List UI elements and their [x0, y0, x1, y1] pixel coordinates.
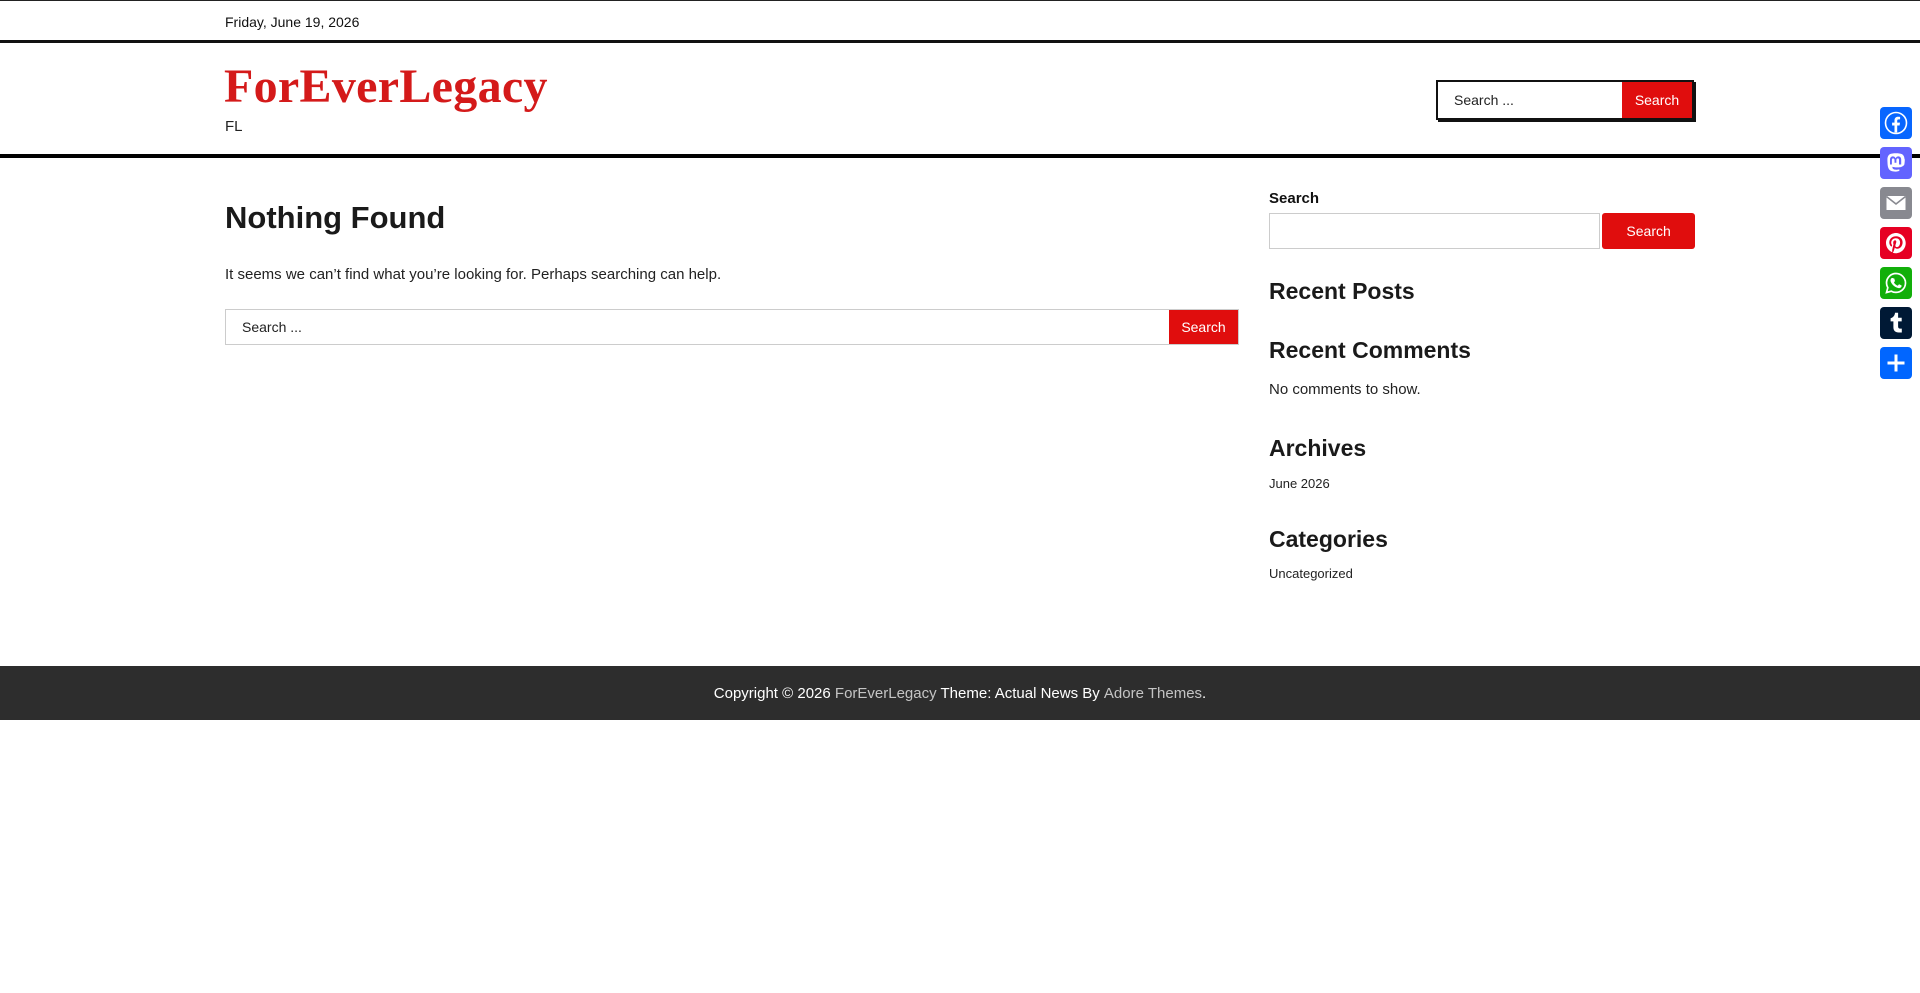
header-search-form: Search [1436, 80, 1694, 120]
share-facebook-button[interactable] [1880, 107, 1912, 139]
share-tumblr-button[interactable] [1880, 307, 1912, 339]
share-whatsapp-button[interactable] [1880, 267, 1912, 299]
email-icon [1886, 195, 1906, 210]
whatsapp-icon [1885, 272, 1907, 294]
footer-theme-author-link[interactable]: Adore Themes [1104, 685, 1202, 702]
share-more-button[interactable] [1880, 347, 1912, 379]
site-header: ForEverLegacy FL Search [0, 43, 1920, 158]
categories-heading: Categories [1269, 526, 1388, 552]
footer-site-link[interactable]: ForEverLegacy [835, 685, 937, 702]
footer-theme-text: Theme: Actual News By [936, 684, 1104, 702]
recent-posts-heading: Recent Posts [1269, 278, 1415, 304]
footer-end: . [1202, 684, 1207, 702]
share-email-button[interactable] [1880, 187, 1912, 219]
site-tagline: FL [225, 118, 243, 135]
sidebar-search-widget: Search Search [1269, 190, 1695, 249]
sidebar-search-input[interactable] [1269, 213, 1601, 249]
main-search-form: Search [225, 309, 1239, 345]
tumblr-icon [1890, 312, 1902, 333]
header-search-input[interactable] [1438, 82, 1622, 118]
sidebar-search-label: Search [1269, 190, 1320, 207]
top-bar: Friday, June 19, 2026 [0, 0, 1920, 43]
main-search-input[interactable] [226, 310, 1169, 344]
share-plus-icon [1887, 354, 1905, 372]
share-pinterest-button[interactable] [1880, 227, 1912, 259]
footer-copyright: Copyright © 2026 [713, 684, 835, 702]
sidebar: Search Search Recent Posts Recent Commen… [1269, 190, 1695, 581]
share-mastodon-button[interactable] [1880, 147, 1912, 179]
not-found-message: It seems we can’t find what you’re looki… [225, 266, 722, 283]
archives-heading: Archives [1269, 435, 1367, 461]
site-title-link[interactable]: ForEverLegacy [224, 59, 548, 114]
current-date: Friday, June 19, 2026 [225, 14, 360, 30]
facebook-icon [1884, 111, 1908, 135]
share-buttons-bar [1880, 107, 1912, 387]
pinterest-icon [1886, 233, 1906, 254]
header-search-button[interactable]: Search [1622, 82, 1692, 118]
main-search-button[interactable]: Search [1169, 310, 1238, 344]
sidebar-search-button[interactable]: Search [1602, 213, 1695, 249]
main-content: Nothing Found It seems we can’t find wha… [225, 200, 1240, 345]
page-title: Nothing Found [225, 200, 446, 235]
category-link-uncategorized[interactable]: Uncategorized [1269, 566, 1353, 581]
archive-link-june-2026[interactable]: June 2026 [1269, 476, 1330, 491]
mastodon-icon [1887, 153, 1905, 172]
no-comments-text: No comments to show. [1269, 381, 1421, 398]
recent-comments-heading: Recent Comments [1269, 337, 1471, 363]
site-footer: Copyright © 2026 ForEverLegacy Theme: Ac… [0, 666, 1920, 720]
